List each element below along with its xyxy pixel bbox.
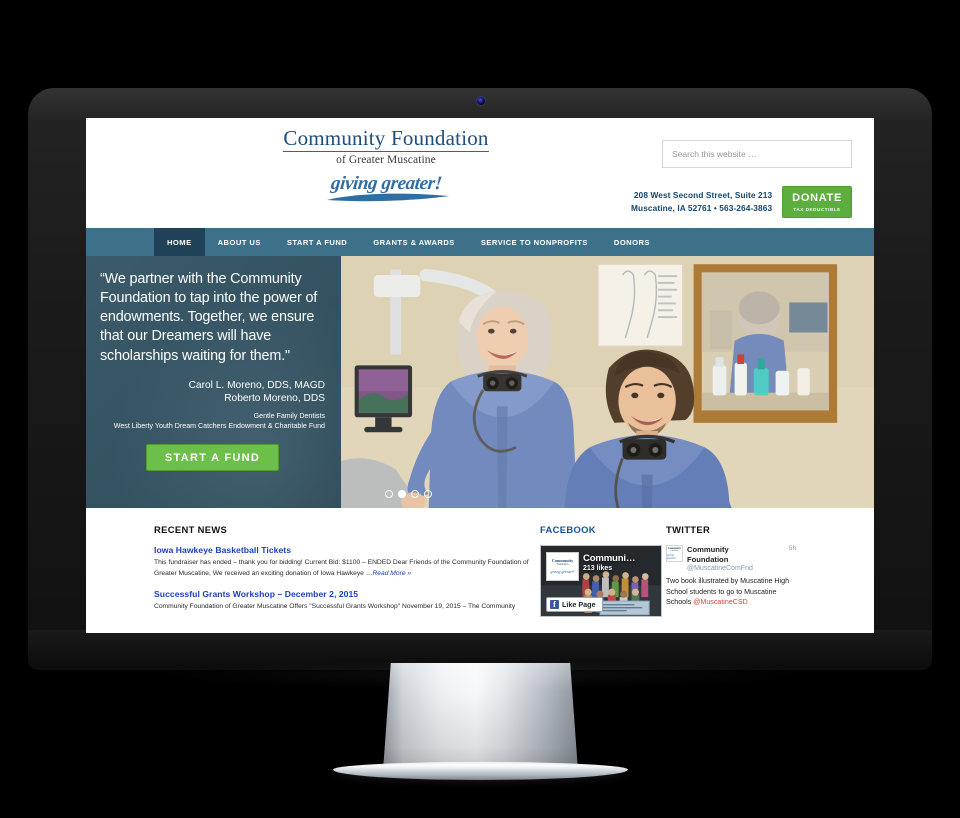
tweet-author-handle: @MuscatineComFnd [687, 565, 753, 573]
monitor-screen: Community Foundation of Greater Muscatin… [86, 118, 874, 633]
logo-subtitle: of Greater Muscatine [336, 154, 436, 167]
main-content: RECENT NEWS Iowa Hawkeye Basketball Tick… [86, 508, 874, 622]
hero-org-line-2: West Liberty Youth Dream Catchers Endowm… [113, 421, 325, 430]
hero-attribution-line-2: Roberto Moreno, DDS [224, 392, 325, 404]
monitor-stand-base-highlight [345, 764, 615, 770]
tweet-mention-link[interactable]: @MuscatineCSD [693, 598, 748, 606]
donate-label: DONATE [792, 192, 842, 204]
slider-dots [385, 490, 432, 498]
hero-cta-wrap: START A FUND [100, 444, 325, 471]
recent-news-column: RECENT NEWS Iowa Hawkeye Basketball Tick… [154, 524, 532, 622]
logo-title: Community Foundation [283, 126, 489, 153]
site-header: Community Foundation of Greater Muscatin… [86, 118, 874, 228]
hero-image [341, 256, 874, 508]
address-line-2: Muscatine, IA 52761 • 563-264-3863 [631, 203, 773, 213]
facebook-title: FACEBOOK [540, 524, 596, 535]
tweet-timestamp: 5h [788, 545, 796, 552]
dental-office-photo [341, 256, 874, 508]
tweet-author-name-line-1: Community [687, 545, 729, 554]
facebook-like-count: 213 likes [583, 565, 613, 572]
news-excerpt-text: This fundraiser has ended – thank you fo… [154, 559, 529, 577]
stand-neck-shading [383, 663, 578, 771]
facebook-page-name: Communi… [583, 553, 636, 564]
hero-attribution-line-1: Carol L. Moreno, DDS, MAGD [188, 379, 325, 391]
nav-item-about-us[interactable]: ABOUT US [205, 228, 274, 256]
hero-organization: Gentle Family Dentists West Liberty Yout… [100, 411, 325, 431]
news-post: Successful Grants Workshop – December 2,… [154, 589, 532, 613]
hero-attribution: Carol L. Moreno, DDS, MAGD Roberto Moren… [100, 379, 325, 405]
website-viewport: Community Foundation of Greater Muscatin… [86, 118, 874, 622]
news-post-title[interactable]: Successful Grants Workshop – December 2,… [154, 589, 532, 599]
slider-dot-3[interactable] [411, 490, 419, 498]
nav-item-service-to-nonprofits[interactable]: SERVICE TO NONPROFITS [468, 228, 601, 256]
news-post-title[interactable]: Iowa Hawkeye Basketball Tickets [154, 545, 532, 555]
logo-tagline-wrap: giving greater! [326, 173, 449, 202]
donate-sublabel: TAX DEDUCTIBLE [793, 207, 841, 212]
search-container [662, 140, 852, 168]
nav-item-home[interactable]: HOME [154, 228, 205, 256]
facebook-page-widget[interactable]: Community Foundation giving greater! Com… [540, 545, 662, 617]
screenshot-stage: Community Foundation of Greater Muscatin… [0, 0, 960, 818]
hero-testimonial-panel: “We partner with the Community Foundatio… [86, 256, 341, 508]
nav-item-grants-awards[interactable]: GRANTS & AWARDS [360, 228, 468, 256]
news-post: Iowa Hawkeye Basketball Tickets This fun… [154, 545, 532, 580]
facebook-like-button[interactable]: f Like Page [546, 597, 603, 612]
fb-logo-tagline: giving greater! [550, 568, 575, 574]
tw-avatar-tagline: giving greater! [667, 553, 677, 560]
tweet-text: Two book illustrated by Muscatine High S… [666, 576, 796, 607]
header-contact-row: 208 West Second Street, Suite 213 Muscat… [631, 186, 852, 218]
slider-dot-1[interactable] [385, 490, 393, 498]
twitter-title: TWITTER [666, 524, 711, 535]
twitter-avatar: Community Foundation giving greater! [666, 545, 683, 562]
read-more-link[interactable]: Read More » [372, 570, 411, 577]
facebook-like-label: Like Page [562, 600, 596, 609]
facebook-column: FACEBOOK Community Foundation giving gre… [540, 524, 662, 622]
donate-button[interactable]: DONATE TAX DEDUCTIBLE [782, 186, 852, 218]
twitter-column: TWITTER Community Foundation giving grea… [666, 524, 796, 622]
tweet-author: Community Foundation @MuscatineComFnd [687, 545, 781, 572]
news-post-excerpt: Community Foundation of Greater Muscatin… [154, 602, 516, 610]
news-post-excerpt: This fundraiser has ended – thank you fo… [154, 558, 532, 580]
site-logo[interactable]: Community Foundation of Greater Muscatin… [241, 126, 531, 202]
bezel-sheen [28, 88, 932, 122]
contact-address: 208 West Second Street, Suite 213 Muscat… [631, 189, 772, 215]
hero-slider: “We partner with the Community Foundatio… [86, 256, 874, 508]
twitter-tweet[interactable]: Community Foundation giving greater! Com… [666, 545, 796, 607]
hero-org-line-1: Gentle Family Dentists [253, 411, 325, 420]
recent-news-title: RECENT NEWS [154, 524, 228, 535]
tweet-author-name-line-2: Foundation [687, 554, 729, 564]
slider-dot-4[interactable] [424, 490, 432, 498]
address-line-1: 208 West Second Street, Suite 213 [633, 190, 773, 201]
webcam-icon [477, 97, 485, 105]
start-a-fund-button[interactable]: START A FUND [145, 444, 280, 471]
swoosh-icon [326, 193, 449, 202]
nav-item-start-a-fund[interactable]: START A FUND [274, 228, 360, 256]
fb-logo-line-2: Foundation [556, 563, 569, 567]
monitor-stand-neck [383, 663, 578, 771]
tw-avatar-line-2: Foundation [670, 550, 679, 553]
facebook-icon: f [550, 600, 559, 609]
facebook-profile-logo: Community Foundation giving greater! [546, 552, 579, 581]
main-navigation: HOME ABOUT US START A FUND GRANTS & AWAR… [86, 228, 874, 256]
search-input[interactable] [662, 140, 852, 168]
nav-item-donors[interactable]: DONORS [601, 228, 663, 256]
hero-quote: “We partner with the Community Foundatio… [100, 271, 318, 364]
tweet-header: Community Foundation giving greater! Com… [666, 545, 796, 572]
slider-dot-2[interactable] [398, 490, 406, 498]
